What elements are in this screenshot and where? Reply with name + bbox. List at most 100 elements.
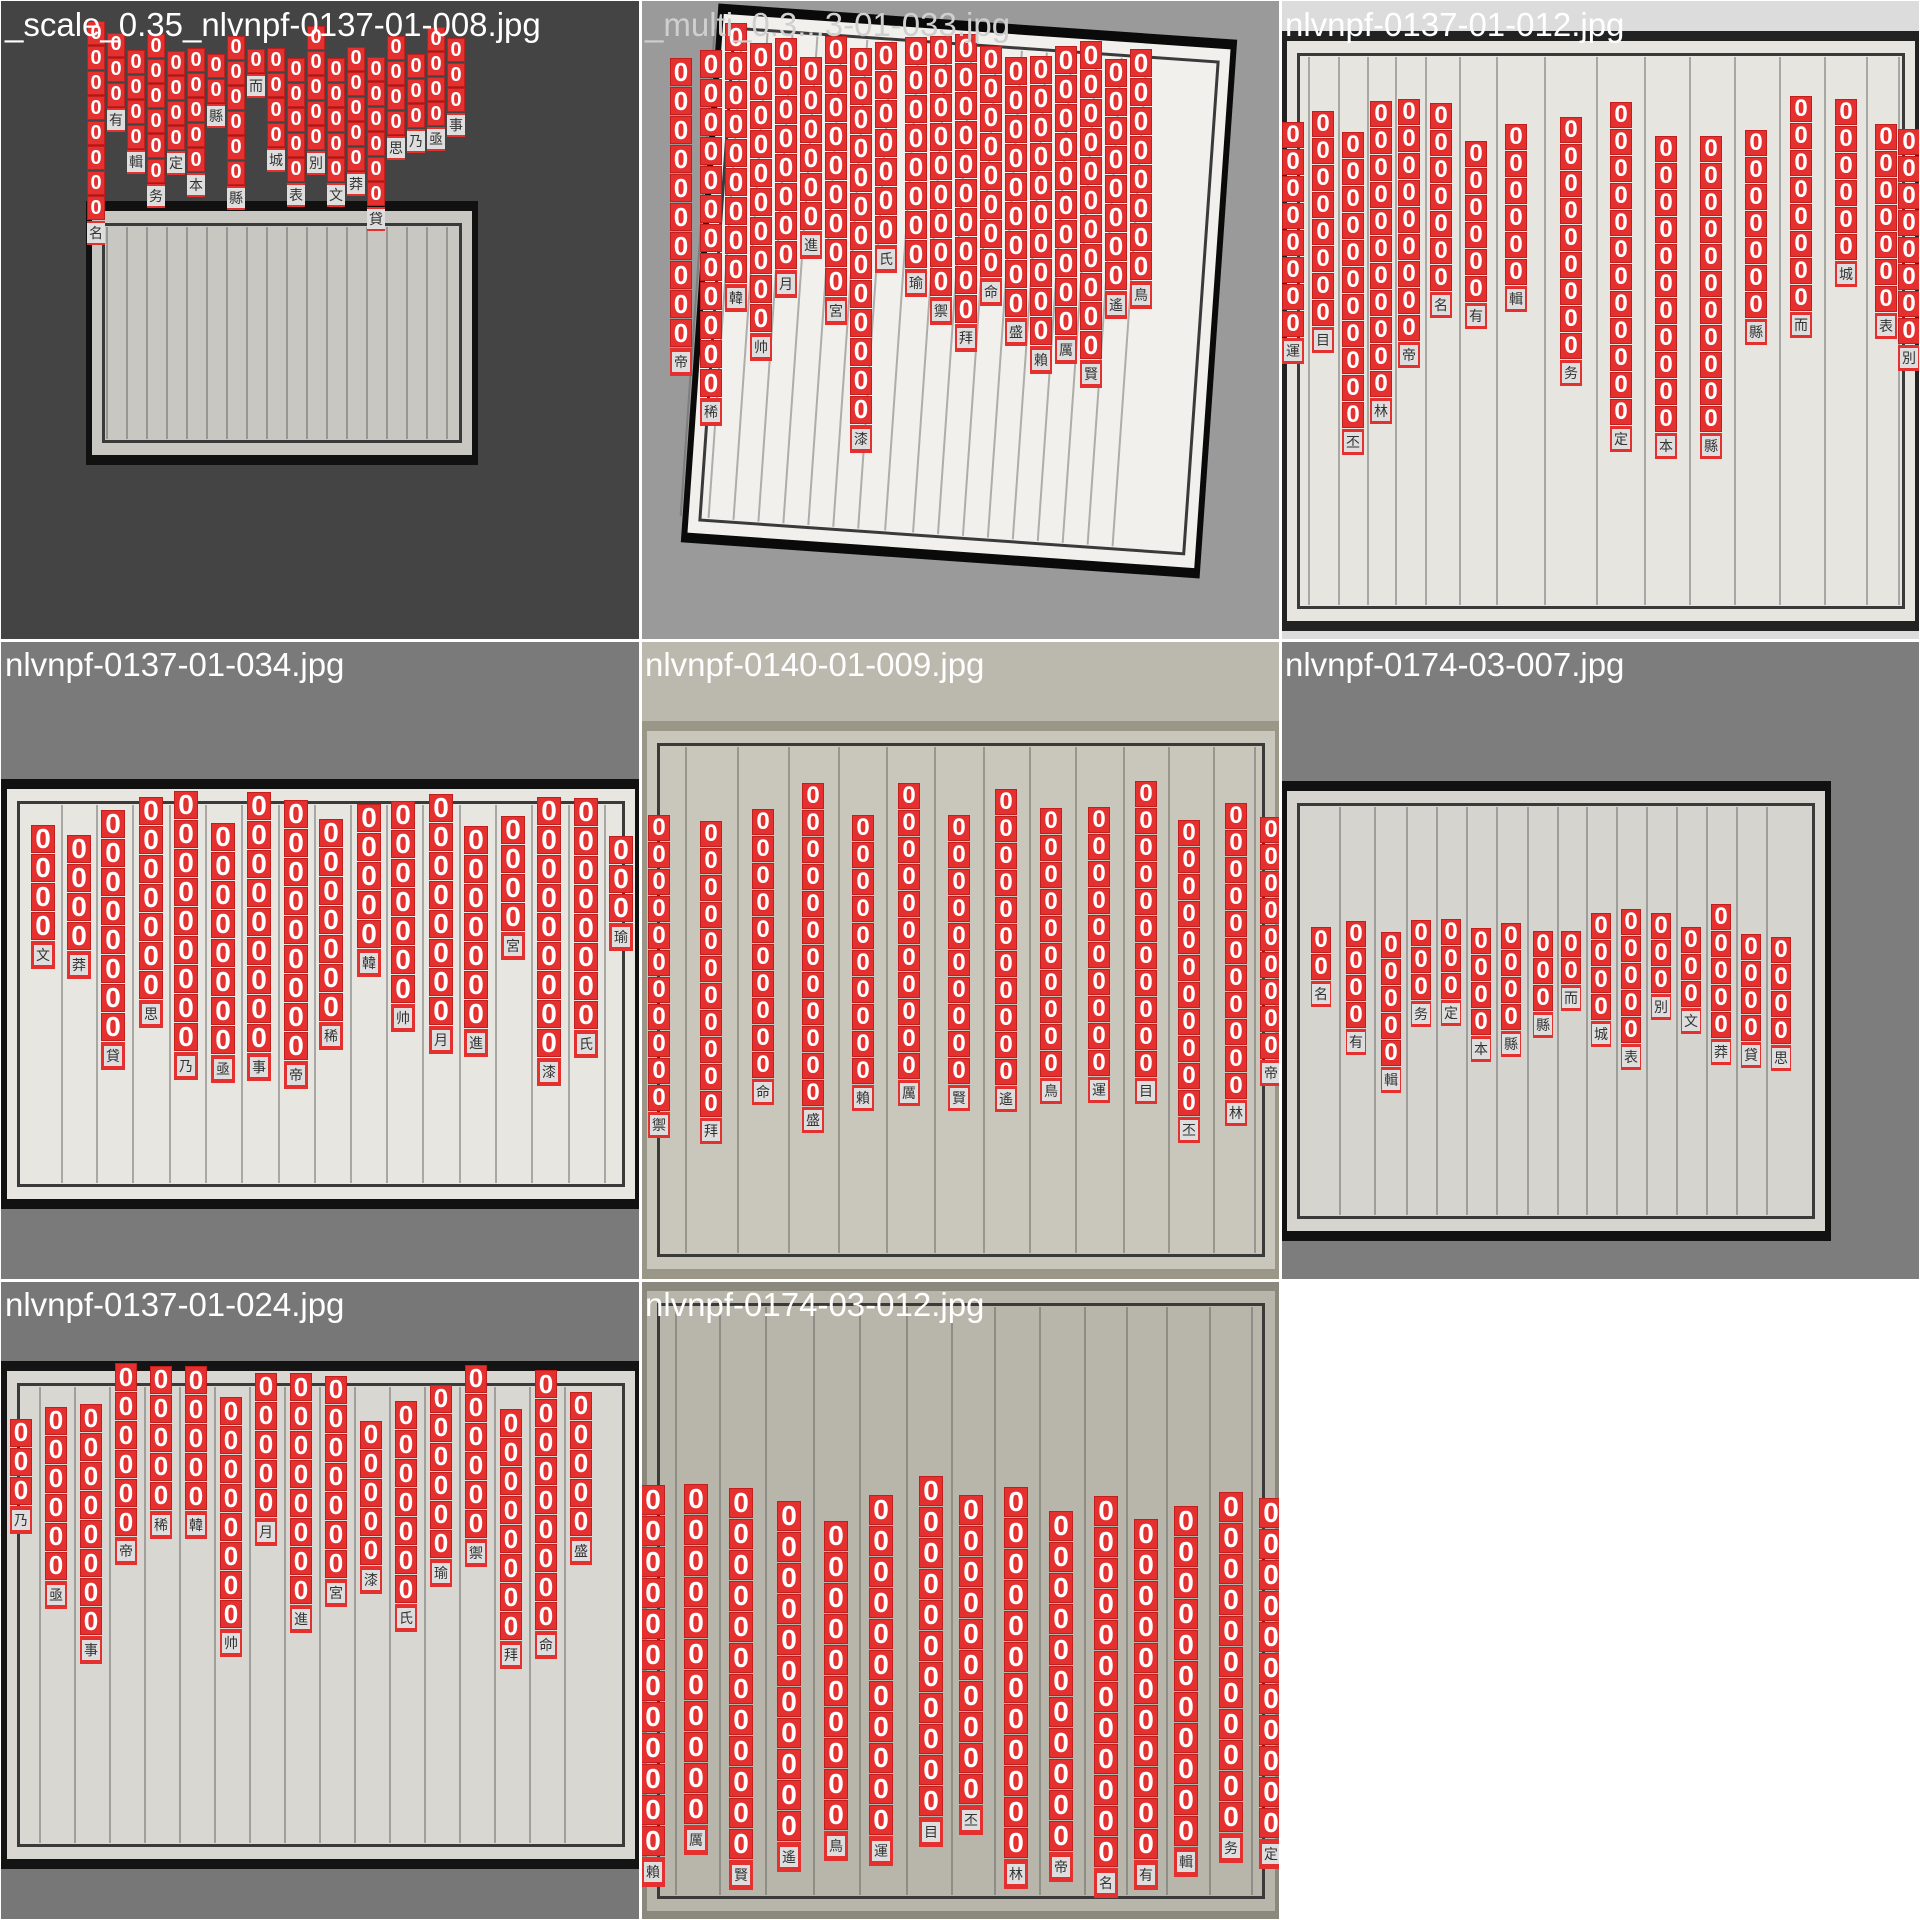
detection-box: 0 (187, 48, 205, 73)
detection-column: 00而 (1561, 930, 1581, 1012)
detection-box: 0 (919, 1785, 943, 1817)
detection-box: 0 (147, 84, 165, 109)
detection-box: 0 (980, 189, 1002, 219)
detection-box: 0 (1030, 228, 1052, 258)
character-glyph: 务 (147, 184, 165, 209)
detection-box: 0 (955, 120, 977, 150)
detection-box: 0 (465, 1450, 487, 1480)
detection-column: 0000000000000漆 (850, 46, 872, 453)
detection-box: 0 (500, 1437, 522, 1467)
column-rule (567, 805, 570, 1183)
column-rule (531, 805, 533, 1183)
detection-box: 0 (1471, 981, 1491, 1008)
detection-box: 0 (87, 171, 105, 195)
detection-box: 0 (1370, 262, 1392, 289)
column-rule (788, 747, 790, 1253)
detection-box: 0 (905, 123, 927, 153)
detection-box: 0 (752, 808, 774, 836)
detection-box: 0 (995, 1004, 1017, 1031)
character-glyph: 而 (1561, 985, 1581, 1012)
detection-box: 0 (1835, 179, 1857, 207)
detection-box: 0 (1260, 897, 1279, 924)
detection-box: 0 (1700, 324, 1722, 351)
character-glyph: 莽 (1711, 1039, 1731, 1065)
detection-box: 0 (167, 51, 185, 76)
column-rule (353, 1387, 356, 1843)
character-glyph: 輯 (1381, 1066, 1401, 1093)
detection-box: 0 (1094, 1681, 1118, 1712)
character-glyph: 氏 (875, 244, 897, 273)
detection-box: 0 (1312, 164, 1334, 191)
detection-box: 0 (1130, 48, 1152, 78)
detection-box: 0 (1471, 954, 1491, 981)
detection-box: 0 (648, 949, 670, 977)
detection-box: 0 (930, 150, 952, 180)
detection-box: 0 (1342, 293, 1364, 320)
detection-box: 0 (852, 868, 874, 896)
detection-column: 00000輯 (1381, 931, 1401, 1093)
detection-box: 0 (852, 1003, 874, 1031)
detection-box: 0 (777, 1748, 801, 1780)
detection-box: 0 (1346, 1001, 1366, 1028)
detection-box: 0 (869, 1618, 893, 1649)
detection-box: 0 (464, 911, 488, 942)
detection-box: 0 (395, 1400, 417, 1430)
detection-box: 0 (357, 860, 381, 891)
detection-box: 0 (875, 98, 897, 128)
detection-box: 0 (1094, 1836, 1118, 1867)
detection-box: 0 (535, 1369, 557, 1399)
character-glyph: 月 (429, 1025, 453, 1054)
detection-box: 0 (898, 863, 920, 890)
detection-column: 0000000000運 (1088, 806, 1110, 1104)
detection-box: 0 (825, 266, 847, 296)
detection-box: 0 (1505, 231, 1527, 259)
detection-box: 0 (1342, 347, 1364, 374)
character-glyph: 進 (800, 231, 822, 260)
detection-box: 0 (1790, 176, 1812, 204)
detection-box: 0 (31, 823, 55, 854)
character-glyph: 定 (1610, 426, 1632, 453)
detection-box: 0 (919, 1475, 943, 1507)
detection-column: 000000瑜 (430, 1383, 452, 1587)
detection-column: 00000000000輯 (1174, 1505, 1198, 1877)
detection-box: 0 (101, 808, 125, 839)
detection-column: 00000000000林 (1370, 100, 1392, 424)
detection-box: 0 (1560, 143, 1582, 170)
detection-column: 000000亟 (45, 1405, 67, 1609)
detection-box: 0 (1049, 1572, 1073, 1603)
image-tile: 00000000名000有0000輯000000务0000定00000本00縣0… (1, 1, 639, 639)
detection-box: 0 (1130, 251, 1152, 281)
detection-box: 0 (1700, 135, 1722, 162)
detection-box: 0 (227, 60, 245, 85)
character-glyph: 定 (1441, 999, 1461, 1026)
detection-box: 0 (1312, 299, 1334, 326)
detection-box: 0 (427, 102, 445, 127)
detection-box: 0 (290, 1430, 312, 1460)
detection-box: 0 (147, 109, 165, 134)
detection-box: 0 (1898, 182, 1919, 210)
detection-box: 0 (407, 104, 425, 129)
detection-box: 0 (1260, 870, 1279, 897)
detection-box: 0 (648, 1003, 670, 1031)
detection-box: 0 (574, 999, 598, 1030)
detection-column: 00000000命 (980, 44, 1002, 306)
column-rule (1166, 1307, 1168, 1895)
detection-box: 0 (255, 1371, 277, 1401)
detection-box: 0 (1370, 235, 1392, 262)
detection-box: 0 (290, 1517, 312, 1547)
detection-box: 0 (1055, 248, 1077, 278)
detection-column: 00000000別 (1898, 128, 1919, 372)
detection-box: 0 (1835, 152, 1857, 180)
detection-box: 0 (220, 1454, 242, 1484)
detection-box: 0 (1105, 231, 1127, 261)
detection-box: 0 (1312, 245, 1334, 272)
column-rule (132, 805, 134, 1183)
detection-column: 0000000氏 (395, 1400, 417, 1633)
detection-box: 0 (284, 972, 308, 1003)
detection-box: 0 (700, 165, 722, 195)
detection-box: 0 (465, 1363, 487, 1393)
detection-box: 0 (1655, 135, 1677, 162)
detection-column: 000000000000名 (1094, 1495, 1118, 1898)
detection-box: 0 (1219, 1739, 1243, 1770)
detection-box: 0 (750, 216, 772, 246)
